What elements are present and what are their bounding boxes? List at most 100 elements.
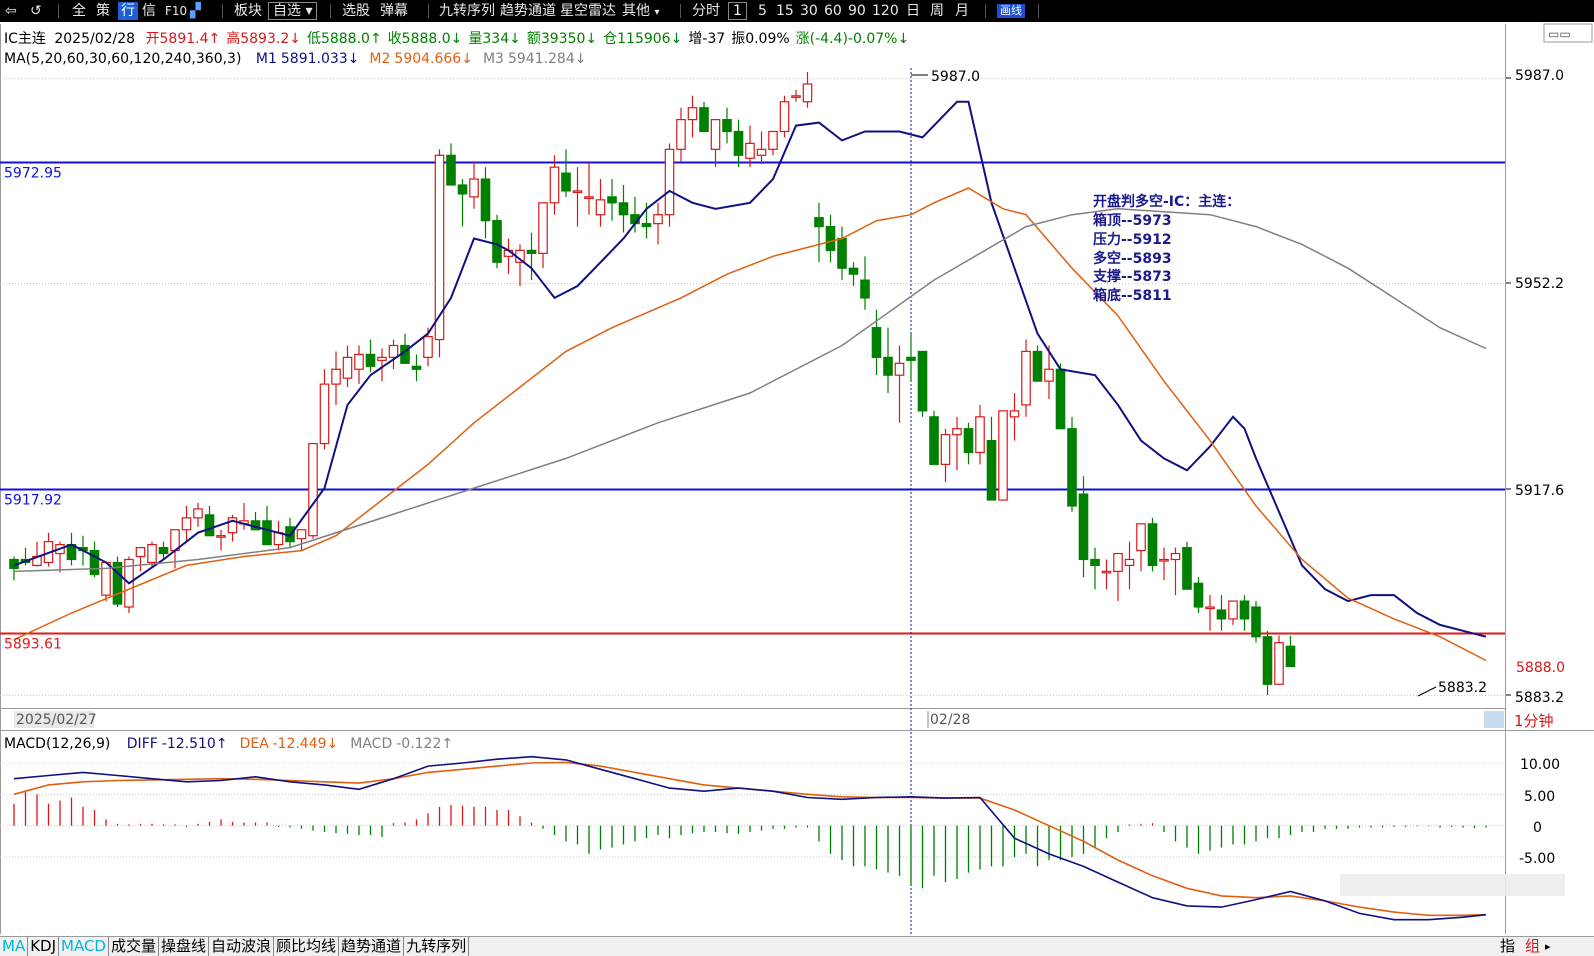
candle <box>664 143 675 227</box>
period-day[interactable]: 日 <box>906 0 920 22</box>
toolbar-item-radar[interactable]: 星空雷达 <box>560 0 616 22</box>
ma-1-value: 5904.666↓ <box>394 51 473 67</box>
tab-kdj[interactable]: KDJ <box>28 937 60 956</box>
candle-body <box>1021 350 1031 406</box>
candle-body <box>756 148 767 156</box>
scroll-handle[interactable] <box>1484 711 1504 728</box>
tab-trading-line[interactable]: 操盘线 <box>159 937 210 956</box>
toolbar-item-quote[interactable]: 行 <box>118 2 138 20</box>
period-60min[interactable]: 60 <box>824 0 842 22</box>
level-label-2: 5893.61 <box>4 637 62 653</box>
tab-guppy[interactable]: 顾比均线 <box>274 937 340 956</box>
candle-body <box>1274 642 1284 685</box>
tab-nine-turn[interactable]: 九转序列 <box>404 937 470 956</box>
toolbar-item-other[interactable]: 其他 ▾ <box>622 0 659 22</box>
quote-4-value: 334↓ <box>482 31 520 47</box>
candle-body <box>1124 558 1135 567</box>
toolbar-item-nine-turn[interactable]: 九转序列 <box>439 0 495 22</box>
period-30min[interactable]: 30 <box>800 0 818 22</box>
period-week[interactable]: 周 <box>930 0 944 22</box>
period-15min[interactable]: 15 <box>776 0 794 22</box>
quote-7-label: 增 <box>688 31 702 47</box>
period-month[interactable]: 月 <box>955 0 969 22</box>
candle-body <box>871 327 882 358</box>
candle-body <box>411 365 422 370</box>
toolbar-item-sector[interactable]: 板块 <box>234 0 262 22</box>
toolbar-item-info[interactable]: 信 <box>142 0 156 22</box>
period-1min[interactable]: 1 <box>728 2 747 20</box>
candle-body <box>837 237 847 269</box>
watermark <box>1340 874 1565 896</box>
tab-macd[interactable]: MACD <box>59 937 109 956</box>
candle-body <box>802 83 813 103</box>
quote-2-label: 低 <box>307 31 321 47</box>
period-120min[interactable]: 120 <box>872 0 899 22</box>
candle-body <box>538 202 548 254</box>
index-button[interactable]: 指 <box>1500 937 1515 956</box>
period-90min[interactable]: 90 <box>848 0 866 22</box>
price-tick: 5952.2 <box>1515 276 1564 292</box>
refresh-icon[interactable]: ↺ <box>30 0 42 22</box>
quote-8-value: 0.09% <box>745 31 789 47</box>
annotation-line-long-short: 多空--5893 <box>1093 250 1172 267</box>
quote-6-value: 115906↓ <box>617 31 682 47</box>
candle-body <box>1136 523 1146 552</box>
kline-chart[interactable]: IC主连 2025/02/28 开5891.4↑ 高5893.2↓ 低5888.0↑… <box>0 22 1594 936</box>
dropdown-arrow-icon: ▾ <box>305 3 313 19</box>
candle-body <box>319 383 330 445</box>
period-intraday[interactable]: 分时 <box>692 0 720 22</box>
candle-body <box>618 202 629 216</box>
macd-tick: 5.00 <box>1524 789 1555 805</box>
quote-0-label: 开 <box>146 31 160 47</box>
candle-body <box>917 350 928 412</box>
candle-body <box>181 517 192 531</box>
candle-body <box>1170 552 1181 561</box>
candle <box>124 556 134 613</box>
candle-body <box>1078 493 1089 561</box>
candle-body <box>469 178 479 198</box>
ma-1-label: M2 <box>369 51 390 67</box>
annotation-line-support: 支撑--5873 <box>1092 268 1172 285</box>
toolbar-item-screener[interactable]: 选股 <box>342 0 370 22</box>
group-button[interactable]: 组 <box>1525 937 1540 956</box>
candle-body <box>1009 410 1020 418</box>
candle-body <box>308 442 318 537</box>
annotation-line-box-top: 箱顶--5973 <box>1093 212 1172 229</box>
toolbar-item-all[interactable]: 全 <box>72 0 86 22</box>
back-icon[interactable]: ⇦ <box>5 0 17 22</box>
candle-body <box>204 514 215 537</box>
candle-body <box>423 335 433 358</box>
candle-body <box>952 428 962 436</box>
candle-body <box>296 529 307 540</box>
candle-body <box>112 561 123 605</box>
toolbar-item-strategy[interactable]: 策 <box>96 0 110 22</box>
quote-2-value: 5888.0↑ <box>321 31 382 47</box>
draw-line-button[interactable]: 画线 <box>997 4 1025 18</box>
expand-icon[interactable]: ▸ <box>1545 937 1551 956</box>
candle <box>998 410 1008 501</box>
quote-0-value: 5891.4↑ <box>160 31 221 47</box>
layout-icon[interactable]: ▞ <box>190 0 201 22</box>
quote-9-value: (-4.4)-0.07%↓ <box>810 31 910 47</box>
candle <box>1147 517 1158 572</box>
candle-body <box>825 226 836 251</box>
toolbar-item-trend-channel[interactable]: 趋势通道 <box>500 0 556 22</box>
candle-body <box>1067 428 1077 507</box>
candle-body <box>1032 350 1043 382</box>
tab-volume[interactable]: 成交量 <box>109 937 159 956</box>
candle <box>1182 541 1192 590</box>
candle <box>434 149 445 358</box>
candle-body <box>998 410 1008 501</box>
candle-body <box>572 190 583 194</box>
current-price-label: 5888.0 <box>1516 660 1565 676</box>
quote-1-value: 5893.2↓ <box>240 31 301 47</box>
tab-ma[interactable]: MA <box>0 937 29 956</box>
period-5min[interactable]: 5 <box>758 0 767 22</box>
tab-trend-channel[interactable]: 趋势通道 <box>339 937 405 956</box>
toolbar-item-danmaku[interactable]: 弹幕 <box>380 0 408 22</box>
candle-body <box>1285 645 1296 668</box>
panel-collapse-icon[interactable]: ▭▭ <box>1548 27 1571 41</box>
tab-auto-wave[interactable]: 自动波浪 <box>209 937 275 956</box>
toolbar-item-watchlist[interactable]: 自选 ▾ <box>268 2 318 20</box>
toolbar-item-f10[interactable]: F10 <box>165 0 187 22</box>
